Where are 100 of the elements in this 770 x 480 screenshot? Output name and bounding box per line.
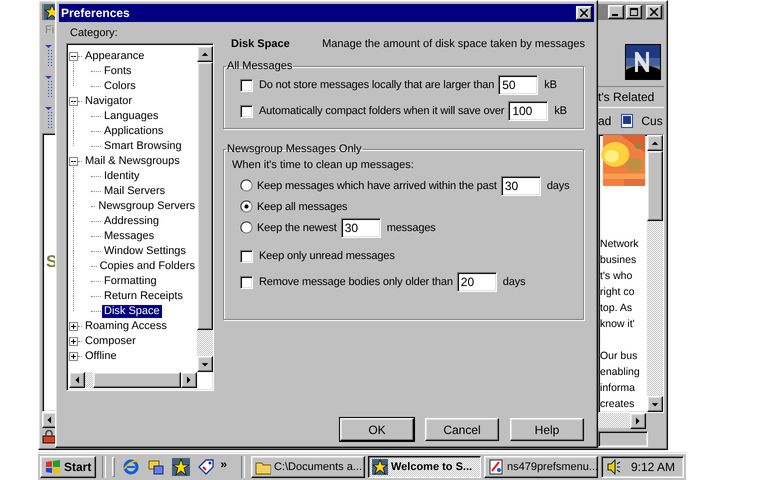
number-field[interactable]: 30 xyxy=(500,176,541,196)
lock-icon xyxy=(42,430,56,444)
maximize-button[interactable] xyxy=(626,5,642,19)
expand-toggle[interactable] xyxy=(69,97,78,106)
tree-item[interactable]: Mail Servers xyxy=(102,185,168,198)
expand-toggle[interactable] xyxy=(69,322,78,331)
panel-title: Disk Space xyxy=(231,38,291,50)
task-button[interactable]: Welcome to S... xyxy=(368,456,481,478)
tree-item[interactable]: Messages xyxy=(102,230,156,243)
tree-item[interactable]: Appearance xyxy=(83,50,146,63)
star-icon[interactable] xyxy=(172,458,190,476)
option-label: Do not store messages locally that are larger than xyxy=(259,79,494,91)
number-field[interactable]: 30 xyxy=(340,218,381,238)
tree-item[interactable]: Disk Space xyxy=(102,305,162,318)
option-label: Automatically compact folders when it will save over xyxy=(259,105,504,117)
page-text: t's who xyxy=(600,269,632,284)
tree-item[interactable]: Offline xyxy=(83,350,119,363)
task-button[interactable]: ns479prefsmenu... xyxy=(484,456,598,478)
tree-item[interactable]: Navigator xyxy=(83,95,134,108)
scroll-left-button[interactable] xyxy=(69,372,85,388)
option-label: Remove message bodies only older than xyxy=(259,276,453,288)
group-title: Newsgroup Messages Only xyxy=(226,144,363,155)
netscape-logo xyxy=(625,44,661,80)
tree-item[interactable]: Return Receipts xyxy=(102,290,185,303)
number-field[interactable]: 100 xyxy=(508,101,548,121)
tree-item[interactable]: Addressing xyxy=(102,215,162,228)
tree-item[interactable]: Roaming Access xyxy=(83,320,169,333)
status-bar xyxy=(598,431,648,447)
tree-item[interactable]: Fonts xyxy=(102,65,134,78)
tree-item[interactable]: Identity xyxy=(102,170,142,183)
page-icon xyxy=(621,114,634,128)
page-text: busines xyxy=(600,253,636,268)
maximize-icon xyxy=(630,8,638,16)
page-text: enabling xyxy=(600,365,640,380)
page-text: right co xyxy=(600,285,634,300)
paint-icon xyxy=(488,458,504,474)
dialog-button[interactable]: Help xyxy=(510,418,584,441)
expand-toggle[interactable] xyxy=(69,352,78,361)
tag-icon[interactable] xyxy=(197,458,216,476)
scroll-up-button[interactable] xyxy=(197,46,213,62)
more-button[interactable]: » xyxy=(220,456,227,470)
scroll-down-button[interactable] xyxy=(197,356,213,372)
page-text: Our bus xyxy=(600,349,638,364)
scroll-thumb[interactable] xyxy=(647,151,663,221)
tree-item[interactable]: Formatting xyxy=(102,275,159,288)
start-button[interactable]: Start xyxy=(40,456,96,478)
tree-item[interactable]: Mail & Newsgroups xyxy=(83,155,182,168)
star-icon xyxy=(372,458,388,474)
tree-item[interactable]: Composer xyxy=(83,335,138,348)
option-label: Keep all messages xyxy=(257,200,348,212)
page-text: creates xyxy=(600,397,634,412)
dialog-button[interactable]: Cancel xyxy=(425,418,499,441)
number-field[interactable]: 50 xyxy=(498,75,538,95)
unit-label: days xyxy=(546,180,570,192)
scroll-right-button[interactable] xyxy=(181,372,197,388)
unit-label: messages xyxy=(386,222,436,234)
scroll-down-button[interactable] xyxy=(647,396,663,412)
tree-item[interactable]: Colors xyxy=(102,80,138,93)
checkbox[interactable] xyxy=(240,78,253,92)
tree-item[interactable]: Applications xyxy=(102,125,166,138)
close-icon xyxy=(650,8,658,16)
option-label: Keep only unread messages xyxy=(259,250,395,262)
option-label: Keep the newest xyxy=(257,222,337,234)
tree-item[interactable]: Window Settings xyxy=(102,245,188,258)
radio-button[interactable] xyxy=(240,221,253,234)
tree-item[interactable]: Copies and Folders xyxy=(98,260,197,273)
page-text: top. As xyxy=(600,301,632,316)
expand-toggle[interactable] xyxy=(69,157,78,166)
dialog-button[interactable]: OK xyxy=(340,418,414,441)
unit-label: kB xyxy=(554,105,567,117)
close-button[interactable] xyxy=(576,6,592,20)
globe-icon[interactable] xyxy=(122,458,140,476)
checkbox[interactable] xyxy=(240,276,253,288)
tree-item[interactable]: Languages xyxy=(102,110,160,123)
scroll-right-button[interactable] xyxy=(630,413,646,429)
scroll-track[interactable] xyxy=(85,372,93,388)
exchange-icon[interactable] xyxy=(147,458,166,476)
expand-toggle[interactable] xyxy=(69,337,78,346)
option-label: Keep messages which have arrived within the past xyxy=(257,180,497,192)
expand-toggle[interactable] xyxy=(69,52,78,61)
page-text: Network xyxy=(600,237,639,252)
checkbox[interactable] xyxy=(240,250,253,262)
task-button[interactable]: C:\Documents a... xyxy=(250,456,365,478)
panel-description: Manage the amount of disk space taken by messages xyxy=(322,38,585,50)
left-arrow-icon xyxy=(45,415,54,425)
tree-item[interactable]: Newsgroup Servers xyxy=(96,200,197,213)
scroll-thumb[interactable] xyxy=(93,372,181,388)
category-label: Category: xyxy=(69,26,119,41)
checkbox[interactable] xyxy=(240,104,253,118)
radio-button[interactable] xyxy=(240,200,253,213)
speaker-icon[interactable] xyxy=(606,458,621,474)
radio-button[interactable] xyxy=(240,179,253,192)
toolbar-link[interactable]: ad xyxy=(598,114,612,128)
scroll-up-button[interactable] xyxy=(647,135,663,151)
scroll-thumb[interactable] xyxy=(197,62,213,330)
number-field[interactable]: 20 xyxy=(456,272,497,292)
minimize-button[interactable] xyxy=(608,5,624,19)
toolbar-link[interactable]: Cus xyxy=(621,114,663,128)
close-button[interactable] xyxy=(646,5,662,19)
tree-item[interactable]: Smart Browsing xyxy=(102,140,184,153)
